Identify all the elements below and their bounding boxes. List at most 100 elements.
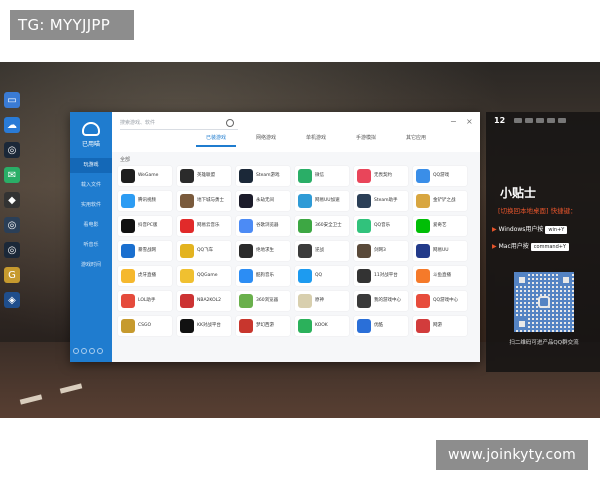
windows-label: Windows用户按: [498, 226, 544, 233]
app-tile[interactable]: 绝地求生: [236, 241, 290, 261]
app-tile[interactable]: LOL助手: [118, 291, 172, 311]
app-tile[interactable]: 微信: [295, 166, 349, 186]
app-tile[interactable]: 我的游戏中心: [354, 291, 408, 311]
computer-icon[interactable]: ▭: [4, 92, 20, 108]
active-tab-indicator: [196, 145, 236, 147]
app-tile[interactable]: 360浏览器: [236, 291, 290, 311]
app-tile[interactable]: Steam助手: [354, 191, 408, 211]
tab-other-apps[interactable]: 其它应用: [396, 134, 436, 141]
settings-icon[interactable]: [73, 348, 79, 354]
app-tile[interactable]: 优酷: [354, 316, 408, 336]
tray-icon[interactable]: [547, 118, 555, 123]
tray-icon[interactable]: [558, 118, 566, 123]
app-tile[interactable]: 金铲铲之战: [413, 191, 467, 211]
app-tile[interactable]: 谷歌浏览器: [236, 216, 290, 236]
app-tile[interactable]: 暴雪战网: [118, 241, 172, 261]
nav-item-music[interactable]: 听音乐: [70, 238, 112, 253]
tab-single[interactable]: 单机游戏: [296, 134, 336, 141]
steam-icon[interactable]: ◎: [4, 142, 20, 158]
app-shortcut-icon[interactable]: ☁: [4, 117, 20, 133]
app-tile[interactable]: 抖音PC版: [118, 216, 172, 236]
app-tile[interactable]: QQGame: [177, 266, 231, 286]
tab-mobile-emu[interactable]: 手游模拟: [346, 134, 386, 141]
valorant-icon: [357, 169, 371, 183]
steam-shortcut-icon[interactable]: ◎: [4, 242, 20, 258]
app-tile[interactable]: 酷狗音乐: [236, 266, 290, 286]
app-tile[interactable]: Steam游戏: [236, 166, 290, 186]
app-tile[interactable]: QQ游戏: [413, 166, 467, 186]
app-tile[interactable]: 剑网3: [354, 241, 408, 261]
jcc-icon: [416, 194, 430, 208]
uu-icon: [298, 194, 312, 208]
app-tile[interactable]: 梦幻西游: [236, 316, 290, 336]
tab-installed[interactable]: 已装游戏: [196, 134, 236, 147]
app-tile-label: 梦幻西游: [256, 323, 274, 328]
message-icon[interactable]: [81, 348, 87, 354]
nav-item-playtime[interactable]: 游戏时间: [70, 258, 112, 273]
qq-icon: [298, 269, 312, 283]
search-input[interactable]: 搜索游戏、软件: [120, 118, 238, 130]
netease-music-icon: [180, 219, 194, 233]
app-tile[interactable]: QQ游戏中心: [413, 291, 467, 311]
tip-title: 小贴士: [500, 186, 537, 200]
minimize-icon[interactable]: −: [450, 118, 457, 126]
app-tile[interactable]: 永劫无间: [236, 191, 290, 211]
search-icon[interactable]: [226, 119, 234, 127]
qr-finder: [516, 274, 528, 286]
app-tile[interactable]: 360安全卫士: [295, 216, 349, 236]
app-tile[interactable]: 11对战平台: [354, 266, 408, 286]
app-tile[interactable]: QQ飞车: [177, 241, 231, 261]
app-tile[interactable]: 原神: [295, 291, 349, 311]
help-icon[interactable]: [97, 348, 103, 354]
nav-item-movies[interactable]: 看电影: [70, 218, 112, 233]
app-tile[interactable]: KK对战平台: [177, 316, 231, 336]
app-tile[interactable]: 地下城与勇士: [177, 191, 231, 211]
app-tile[interactable]: CSGO: [118, 316, 172, 336]
app-tile[interactable]: 虎牙直播: [118, 266, 172, 286]
tip-subtitle: [切换回本地桌面] 快捷键：: [498, 207, 577, 215]
app-tile[interactable]: QQ音乐: [354, 216, 408, 236]
tray-icon[interactable]: [536, 118, 544, 123]
shield-icon[interactable]: ◈: [4, 292, 20, 308]
app-tile[interactable]: NBA2KOL2: [177, 291, 231, 311]
nav-item-tools[interactable]: 实用软件: [70, 198, 112, 213]
tab-online[interactable]: 网络游戏: [246, 134, 286, 141]
category-tabs: 已装游戏 网络游戏 单机游戏 手游模拟 其它应用: [112, 134, 480, 148]
tray-icon[interactable]: [525, 118, 533, 123]
yongjie-icon: [239, 194, 253, 208]
app-tile[interactable]: 无畏契约: [354, 166, 408, 186]
feedback-icon[interactable]: [89, 348, 95, 354]
app-tile[interactable]: 网易UU: [413, 241, 467, 261]
app-tile[interactable]: QQ: [295, 266, 349, 286]
steam-desktop-icon[interactable]: ◎: [4, 217, 20, 233]
nav-item-play[interactable]: 玩游戏: [70, 158, 112, 173]
csgo-icon: [121, 319, 135, 333]
tray-icon[interactable]: [514, 118, 522, 123]
game-shortcut-icon[interactable]: G: [4, 267, 20, 283]
app-tile[interactable]: 网易云音乐: [177, 216, 231, 236]
app-tile[interactable]: WeGame: [118, 166, 172, 186]
qqgame-icon: [180, 269, 194, 283]
game-icon[interactable]: ◆: [4, 192, 20, 208]
app-tile[interactable]: 英雄联盟: [177, 166, 231, 186]
qr-finder: [516, 318, 528, 330]
nizhan-icon: [298, 244, 312, 258]
app-tile[interactable]: KOOK: [295, 316, 349, 336]
app-tile[interactable]: 逆战: [295, 241, 349, 261]
app-tile[interactable]: 网游: [413, 316, 467, 336]
wechat-icon[interactable]: ✉: [4, 167, 20, 183]
close-icon[interactable]: ×: [466, 118, 473, 126]
nav-item-files[interactable]: 载入文件: [70, 178, 112, 193]
lol-helper-icon: [121, 294, 135, 308]
app-tile[interactable]: 腾讯视频: [118, 191, 172, 211]
app-tile-label: 暴雪战网: [138, 248, 156, 253]
app-tile[interactable]: 爱奇艺: [413, 216, 467, 236]
app-tile-label: KK对战平台: [197, 323, 221, 328]
mac-label: Mac用户按: [498, 243, 529, 250]
app-tile[interactable]: 斗鱼直播: [413, 266, 467, 286]
qq-game-icon: [416, 169, 430, 183]
app-tile-label: KOOK: [315, 323, 328, 328]
site-watermark: www.joinkyty.com: [436, 440, 588, 470]
app-logo-text: 已用喵: [81, 141, 100, 148]
app-tile[interactable]: 网易UU加速: [295, 191, 349, 211]
